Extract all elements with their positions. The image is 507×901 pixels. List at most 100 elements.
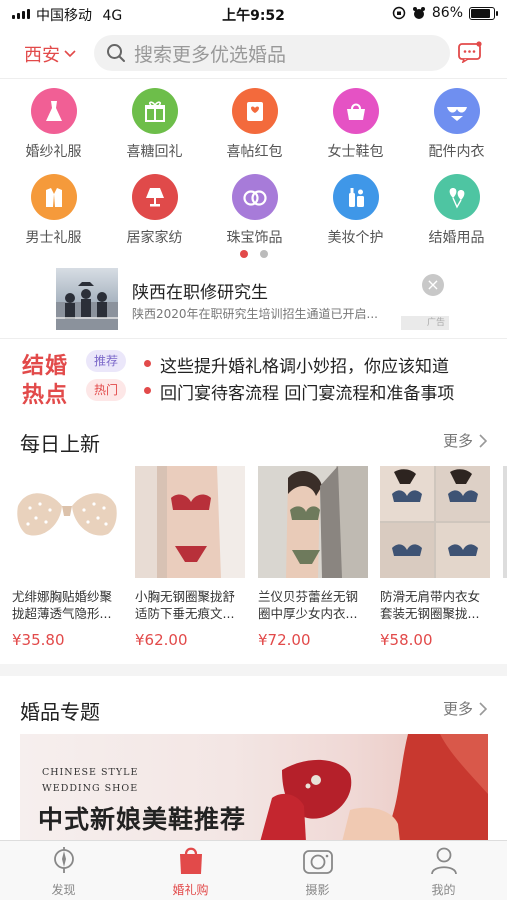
battery-percent: 86% <box>431 5 463 21</box>
banner-en-line2: WEDDING SHOE <box>42 783 139 794</box>
product-card-partial[interactable] <box>503 466 507 578</box>
product-price: ¥62.00 <box>135 631 188 649</box>
status-bar: 中国移动 4G 上午9:52 86% <box>0 0 507 28</box>
chevron-right-icon <box>479 433 487 448</box>
wedding-hot-topics: 结婚 热点 推荐 热门 这些提升婚礼格调小妙招，你应该知道 回门宴待客流程 回门… <box>0 346 507 408</box>
product-image <box>135 466 245 578</box>
ad-divider <box>0 338 507 339</box>
product-card[interactable]: 防滑无肩带内衣女套装无钢圈聚拢... ¥58.00 <box>380 466 490 649</box>
tab-photography[interactable]: 摄影 <box>267 841 368 901</box>
battery-icon <box>469 6 498 20</box>
category-jewelry[interactable]: 珠宝饰品 <box>204 174 305 247</box>
category-mens-suits[interactable]: 男士礼服 <box>3 174 104 247</box>
product-name: 小胸无钢圈聚拢舒适防下垂无痕文... <box>135 589 236 621</box>
category-label: 女士鞋包 <box>327 144 384 160</box>
product-name: 尤绯娜胸贴婚纱聚拢超薄透气隐形... <box>12 589 113 621</box>
suit-icon <box>30 174 77 220</box>
section-gap <box>0 664 507 676</box>
cosmetics-icon <box>332 174 379 220</box>
product-name: 防滑无肩带内衣女套装无钢圈聚拢... <box>380 589 481 621</box>
lamp-icon <box>131 174 178 220</box>
category-label: 婚纱礼服 <box>25 144 82 160</box>
product-price: ¥35.80 <box>12 631 65 649</box>
hot-title-line2: 热点 <box>22 383 69 408</box>
category-wedding-supplies[interactable]: 结婚用品 <box>406 174 507 247</box>
category-home-textiles[interactable]: 居家家纺 <box>104 174 205 247</box>
product-price: ¥72.00 <box>258 631 311 649</box>
hot-badge: 热门 <box>86 379 127 401</box>
rotation-lock-icon <box>392 6 406 20</box>
more-label: 更多 <box>442 432 473 450</box>
message-icon[interactable] <box>458 41 482 63</box>
product-price: ¥58.00 <box>380 631 433 649</box>
city-selector[interactable]: 西安 <box>24 41 76 67</box>
daily-new-more-link[interactable]: 更多 <box>443 430 487 451</box>
hot-item[interactable]: 这些提升婚礼格调小妙招，你应该知道 <box>144 352 449 377</box>
camera-icon <box>302 850 333 874</box>
page-dot-active <box>239 250 248 258</box>
category-label: 男士礼服 <box>25 230 82 246</box>
ad-title: 陕西在职修研究生 <box>132 283 268 303</box>
hot-item-text: 这些提升婚礼格调小妙招，你应该知道 <box>160 357 449 377</box>
ad-tag: 广告 <box>401 316 449 330</box>
category-candy-gifts[interactable]: 喜糖回礼 <box>104 88 205 161</box>
ad-thumbnail <box>56 268 118 330</box>
tab-label: 我的 <box>431 883 456 897</box>
category-label: 结婚用品 <box>428 230 485 246</box>
hot-item-text: 回门宴待客流程 回门宴流程和准备事项 <box>160 384 455 404</box>
search-placeholder: 搜索更多优选婚品 <box>134 43 287 66</box>
rings-icon <box>231 174 278 220</box>
product-name: 兰仪贝芬蕾丝无钢圈中厚少女内衣... <box>258 589 359 621</box>
hot-item[interactable]: 回门宴待客流程 回门宴流程和准备事项 <box>144 379 454 404</box>
category-lingerie[interactable]: 配件内衣 <box>406 88 507 161</box>
category-shoes-bags[interactable]: 女士鞋包 <box>305 88 406 161</box>
more-label: 更多 <box>442 700 473 718</box>
category-wedding-dress[interactable]: 婚纱礼服 <box>3 88 104 161</box>
shopping-bag-icon <box>179 847 202 874</box>
handbag-icon <box>332 88 379 134</box>
header-divider <box>0 78 507 79</box>
tab-label: 发现 <box>51 883 76 897</box>
category-invitations[interactable]: 喜帖红包 <box>204 88 305 161</box>
bottom-tab-bar: 发现 婚礼购 摄影 我的 <box>0 840 507 900</box>
ad-banner[interactable]: 陕西在职修研究生 陕西2020年在职研究生培训招生通道已开启... × 广告 <box>56 268 452 330</box>
category-label: 居家家纺 <box>126 230 183 246</box>
chevron-down-icon <box>64 50 76 58</box>
chevron-right-icon <box>479 701 487 716</box>
topics-more-link[interactable]: 更多 <box>443 698 487 719</box>
topic-banner[interactable]: CHINESE STYLE WEDDING SHOE 中式新娘美鞋推荐 <box>20 734 488 842</box>
tab-discover[interactable]: 发现 <box>13 841 114 901</box>
user-icon <box>430 847 457 875</box>
envelope-icon <box>231 88 278 134</box>
category-beauty[interactable]: 美妆个护 <box>305 174 406 247</box>
banner-title: 中式新娘美鞋推荐 <box>38 805 247 834</box>
category-label: 喜帖红包 <box>226 144 283 160</box>
search-header: 西安 搜索更多优选婚品 <box>0 32 507 74</box>
topics-title: 婚品专题 <box>20 700 100 724</box>
page-dot <box>259 250 268 258</box>
category-label: 美妆个护 <box>327 230 384 246</box>
product-card[interactable]: 尤绯娜胸贴婚纱聚拢超薄透气隐形... ¥35.80 <box>12 466 122 649</box>
product-image <box>12 466 122 578</box>
tab-wedding-shop[interactable]: 婚礼购 <box>140 841 241 901</box>
hot-title-line1: 结婚 <box>22 354 69 379</box>
dress-icon <box>30 88 77 134</box>
tab-mine[interactable]: 我的 <box>393 841 494 901</box>
tab-label: 婚礼购 <box>172 883 209 897</box>
discover-icon <box>53 847 74 873</box>
search-input[interactable]: 搜索更多优选婚品 <box>94 35 450 71</box>
product-card[interactable]: 兰仪贝芬蕾丝无钢圈中厚少女内衣... ¥72.00 <box>258 466 368 649</box>
page-indicator <box>0 250 507 258</box>
lingerie-icon <box>433 88 480 134</box>
close-icon[interactable]: × <box>422 274 444 296</box>
product-card[interactable]: 小胸无钢圈聚拢舒适防下垂无痕文... ¥62.00 <box>135 466 245 649</box>
product-image <box>258 466 368 578</box>
city-label: 西安 <box>24 45 60 66</box>
recommend-badge: 推荐 <box>86 350 127 372</box>
category-label: 喜糖回礼 <box>126 144 183 160</box>
category-label: 配件内衣 <box>428 144 485 160</box>
balloon-icon <box>433 174 480 220</box>
gift-icon <box>131 88 178 134</box>
product-image <box>380 466 490 578</box>
search-icon <box>107 44 125 62</box>
